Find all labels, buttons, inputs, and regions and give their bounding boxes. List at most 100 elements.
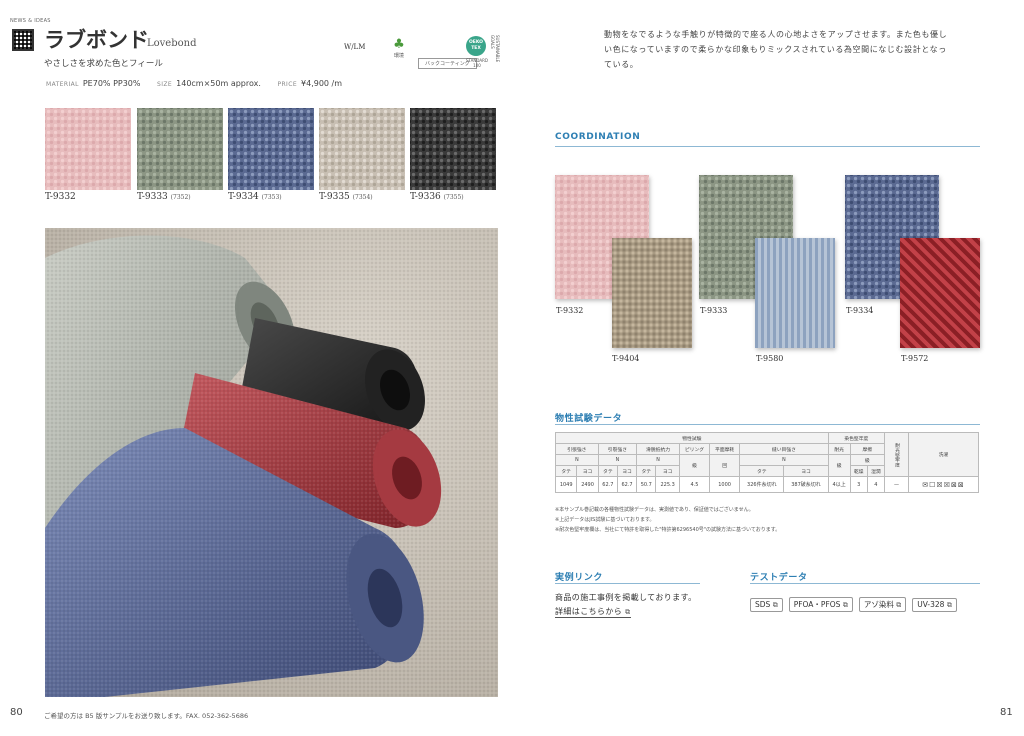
coord-swatch-t9404 [612,238,692,348]
product-spec-line: MATERIAL PE70% PP30% SIZE 140cm×50m approx… [46,79,356,88]
swatch-t9333 [137,108,223,190]
table-header-cell: 洗濯 [908,432,979,477]
table-dir-cell: ヨコ [655,465,680,477]
table-dir-cell: タテ [636,465,657,477]
table-header-cell: 引裂強さ [597,443,638,455]
table-group-header: 染色堅牢度 [827,432,886,444]
coordination-rule [555,146,980,147]
eco-badge: ♣ 環境 [388,37,410,60]
coordination-heading: COORDINATION [555,132,641,142]
fabric-rolls-photo [45,228,498,697]
swatch-t9336 [410,108,496,190]
case-link-label: 詳細はこちらから [555,607,623,616]
test-tag-sds[interactable]: SDS ⧉ [750,598,783,612]
table-unit-cell: 回 [709,454,741,477]
external-link-icon: ⧉ [896,601,902,609]
swatch-label: T-9333 (7352) [137,192,191,202]
case-link-rule [555,583,700,584]
table-value-cell: 3 [849,476,868,493]
table-unit-cell: 級 [827,454,851,477]
table-dir-cell: タテ [554,465,578,477]
qr-code-icon[interactable] [12,29,34,51]
swatch-label: T-9332 [45,192,76,202]
footer-sample-note: ご希望の方は B5 版サンプルをお送り致します。FAX. 052-362-568… [44,712,249,720]
case-link-anchor[interactable]: 詳細はこちらから ⧉ [555,606,631,618]
table-dir-cell: 湿潤 [866,465,886,477]
table-value-cell: 4以上 [827,476,851,493]
table-dir-cell: タテ [739,465,785,477]
table-dir-cell: タテ [597,465,618,477]
test-tag-uv328[interactable]: UV-328 ⧉ [912,598,957,612]
physical-test-heading: 物性試験データ [555,414,623,424]
table-value-cell: 50.7 [636,476,657,493]
physical-test-notes: ※本サンプル巻記載の各種物性試験データは、実測値であり、保証値ではございません。… [555,505,780,535]
table-header-cell: 引張強さ [555,443,599,455]
oeko-tex-badge: OEKO TEX [466,36,486,56]
table-value-cell: 4.5 [678,476,711,493]
eco-caption: 環境 [393,53,404,59]
table-value-cell: 62.7 [616,476,638,493]
case-link-description: 商品の施工事例を掲載しております。 [555,593,697,602]
material-value: PE70% PP30% [82,79,141,88]
external-link-icon: ⧉ [625,608,631,616]
table-dir-cell: ヨコ [576,465,599,477]
external-link-icon: ⧉ [946,601,952,609]
oeko-standard-caption: STANDARD 100 [465,58,488,68]
swatch-t9332 [45,108,131,190]
page-number-left: 80 [10,707,23,718]
table-unit-cell: N [555,454,599,466]
coord-label-main: T-9334 [846,306,874,315]
sdgs-badge: SUSTAINABLE GOALS [490,35,500,63]
case-link-heading: 実例リンク [555,573,604,583]
table-header-cell: 耐光 [827,443,851,455]
test-data-rule [750,583,980,584]
note-line: ※本サンプル巻記載の各種物性試験データは、実測値であり、保証値ではございません。 [555,507,754,513]
coord-label-accent: T-9404 [612,354,640,363]
table-unit-cell: N [636,454,680,466]
table-value-cell: 326件糸切れ [739,476,785,493]
coord-label-main: T-9333 [700,306,728,315]
page-number-right: 81 [1000,707,1013,718]
coord-swatch-t9580 [755,238,835,348]
table-value-cell: 4 [866,476,886,493]
price-label: PRICE [277,81,298,88]
product-description: 動物をなでるような手触りが特徴的で座る人の心地よさをアップさせます。また色も優し… [604,30,948,69]
table-value-cell: 62.7 [597,476,618,493]
physical-test-table: 物性試験 染色堅牢度 耐光堅牢度 洗濯 引張強さ 引裂強さ 滑脱抵抗力 ピリング… [554,432,979,493]
test-tag-azo[interactable]: アゾ染料 ⧉ [858,597,907,612]
note-line: ※耐次色堅牢度欄は、当社にて特許を取得した"特許第6296540号"の試験方法に… [555,527,781,533]
table-dir-cell: ヨコ [616,465,638,477]
table-header-cell: ピリング [678,443,711,455]
product-subtitle: やさしさを求めた色とフィール [44,59,163,69]
table-header-cell: 縫い目強さ [739,443,829,455]
swatch-label: T-9336 (7355) [410,192,464,202]
coord-label-main: T-9332 [556,306,584,315]
external-link-icon: ⧉ [772,601,778,609]
material-label: MATERIAL [46,81,79,88]
table-header-cell: 摩擦 [849,443,886,455]
table-dir-cell: 乾燥 [849,465,868,477]
product-title-en: Lovebond [147,38,197,49]
coord-label-accent: T-9580 [756,354,784,363]
test-data-heading: テストデータ [750,573,808,583]
test-tag-pfoa[interactable]: PFOA・PFOS ⧉ [788,597,853,612]
table-dir-cell: ヨコ [783,465,829,477]
table-value-cell: — [884,476,909,493]
table-value-cell: 387破糸切れ [783,476,829,493]
coord-label-accent: T-9572 [901,354,929,363]
swatch-t9334 [228,108,314,190]
leaf-icon: ♣ [393,37,405,52]
note-line: ※上記データはJIS試験に基づいております。 [555,517,655,523]
table-header-cell: 滑脱抵抗力 [636,443,680,455]
table-value-cell: 225.3 [655,476,680,493]
wlm-logo-icon: W/LM [344,43,366,51]
table-group-header: 物性試験 [555,432,829,444]
table-value-cell: 1000 [709,476,741,493]
table-unit-cell: 級 [678,454,711,477]
table-unit-cell: N [739,454,829,466]
table-header-cell: 平面摩耗 [709,443,741,455]
fabric-rolls-illustration [45,228,498,697]
size-label: SIZE [157,81,173,88]
coord-swatch-t9572 [900,238,980,348]
size-value: 140cm×50m approx. [176,79,261,88]
